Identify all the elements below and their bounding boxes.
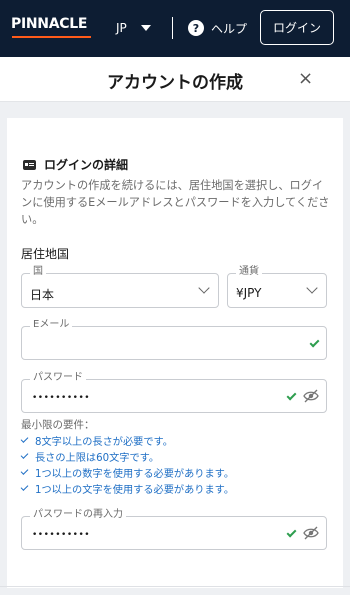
password-value: •••••••••• (32, 393, 91, 403)
password-requirements-list: 8文字以上の長さが必要です。 長さの上限は60文字です。 1つ以上の数字を使用す… (20, 432, 235, 496)
valid-check-icon (286, 527, 297, 538)
pinnacle-logo[interactable]: PINNACLE (11, 16, 91, 38)
caret-down-icon (140, 25, 151, 31)
email-field-label: Eメール (30, 319, 73, 331)
requirement-item: 1つ以上の数字を使用する必要があります。 (20, 464, 235, 480)
registration-form-card: ログインの詳細 アカウントの作成を続けるには、居住地国を選択し、ログインに使用す… (7, 118, 343, 588)
question-icon: ? (188, 20, 204, 36)
check-icon (20, 482, 29, 491)
country-value: 日本 (30, 288, 55, 302)
requirement-text: 8文字以上の長さが必要です。 (35, 436, 173, 448)
page-header: アカウントの作成 × (0, 57, 350, 102)
currency-select[interactable]: 通貨 ¥JPY (227, 266, 327, 308)
check-icon (20, 466, 29, 475)
help-link[interactable]: ? ヘルプ (188, 18, 247, 38)
password-confirm-value: •••••••••• (32, 530, 91, 540)
currency-value: ¥JPY (236, 286, 262, 300)
logo-text: PINNACLE (11, 16, 88, 32)
chevron-down-icon (306, 282, 318, 294)
login-button[interactable]: ログイン (260, 10, 334, 45)
divider (172, 17, 173, 39)
divider (0, 586, 350, 587)
email-field[interactable]: Eメール (21, 319, 327, 360)
country-field-label: 国 (30, 266, 46, 278)
valid-check-icon (309, 337, 320, 348)
close-icon[interactable]: × (298, 70, 313, 88)
requirement-text: 1つ以上の文字を使用する必要があります。 (35, 484, 235, 496)
language-selector[interactable]: JP (116, 18, 151, 38)
requirement-item: 長さの上限は60文字です。 (20, 448, 234, 464)
help-label: ヘルプ (211, 21, 248, 36)
currency-field-label: 通貨 (236, 266, 262, 278)
hide-password-icon[interactable] (303, 389, 319, 403)
country-of-residence-label: 居住地国 (21, 247, 70, 261)
password-confirm-field[interactable]: パスワードの再入力 •••••••••• (21, 509, 327, 550)
password-requirements-title: 最小限の要件： (21, 419, 95, 431)
language-code: JP (116, 21, 127, 35)
requirement-item: 1つ以上の文字を使用する必要があります。 (20, 480, 235, 496)
logo-underline (12, 36, 91, 38)
check-icon (20, 434, 29, 443)
country-select[interactable]: 国 日本 (21, 266, 219, 308)
section-title: ログインの詳細 (44, 158, 129, 172)
section-description: アカウントの作成を続けるには、居住地国を選択し、ログインに使用するEメールアドレ… (21, 179, 330, 226)
password-field[interactable]: パスワード •••••••••• (21, 372, 327, 413)
top-navigation-bar: PINNACLE JP ? ヘルプ ログイン (0, 0, 350, 57)
requirement-text: 長さの上限は60文字です。 (35, 452, 160, 464)
section-header: ログインの詳細 (23, 156, 128, 173)
password-field-label: パスワード (30, 372, 86, 384)
requirement-text: 1つ以上の数字を使用する必要があります。 (35, 468, 235, 480)
chevron-down-icon (198, 282, 210, 294)
hide-password-icon[interactable] (303, 526, 319, 540)
valid-check-icon (286, 390, 297, 401)
id-card-icon (23, 159, 36, 170)
password-confirm-field-label: パスワードの再入力 (30, 509, 126, 521)
requirement-item: 8文字以上の長さが必要です。 (20, 432, 234, 448)
check-icon (20, 450, 29, 459)
